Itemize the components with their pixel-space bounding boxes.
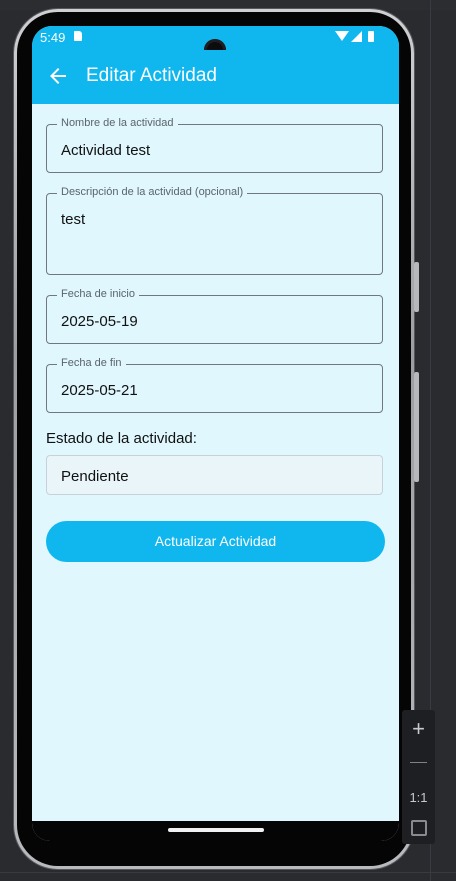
volume-button[interactable] [414, 372, 419, 482]
home-gesture-handle[interactable] [168, 828, 264, 832]
zoom-out-button[interactable] [402, 748, 435, 778]
status-time: 5:49 [40, 30, 66, 45]
activity-description-label: Descripción de la actividad (opcional) [57, 186, 248, 198]
wifi-icon [335, 31, 349, 41]
power-button[interactable] [414, 262, 419, 312]
end-date-field[interactable]: Fecha de fin 2025-05-21 [46, 357, 383, 413]
activity-status-value: Pendiente [61, 468, 129, 485]
battery-icon [368, 31, 374, 42]
minus-icon [410, 762, 427, 763]
navigation-bar [32, 821, 399, 841]
actual-size-button[interactable]: 1:1 [402, 784, 435, 812]
end-date-label: Fecha de fin [57, 357, 126, 369]
arrow-left-icon [50, 68, 66, 84]
emulator-bottom-divider [0, 872, 456, 873]
activity-name-field[interactable]: Nombre de la actividad Actividad test [46, 117, 383, 173]
start-date-label: Fecha de inicio [57, 288, 139, 300]
zoom-in-button[interactable]: + [402, 714, 435, 744]
app-bar: Editar Actividad [32, 50, 399, 104]
sd-card-icon [74, 31, 82, 41]
activity-description-field[interactable]: Descripción de la actividad (opcional) t… [46, 186, 383, 275]
update-activity-button[interactable]: Actualizar Actividad [46, 521, 385, 562]
back-button[interactable] [46, 64, 70, 88]
signal-icon [351, 31, 362, 42]
page-title: Editar Actividad [86, 65, 217, 86]
activity-name-label: Nombre de la actividad [57, 117, 178, 129]
start-date-value[interactable]: 2025-05-19 [61, 313, 138, 330]
emulator-toolbar: + 1:1 [402, 710, 435, 844]
activity-status-label: Estado de la actividad: [46, 430, 197, 447]
start-date-field[interactable]: Fecha de inicio 2025-05-19 [46, 288, 383, 344]
activity-description-value[interactable]: test [61, 211, 85, 228]
activity-name-value[interactable]: Actividad test [61, 142, 150, 159]
fit-screen-icon [411, 820, 427, 836]
end-date-value[interactable]: 2025-05-21 [61, 382, 138, 399]
device-screen: 5:49 Editar Actividad Nombre de la activ… [32, 26, 399, 841]
fit-screen-button[interactable] [402, 816, 435, 840]
activity-status-select[interactable]: Pendiente [46, 455, 383, 495]
